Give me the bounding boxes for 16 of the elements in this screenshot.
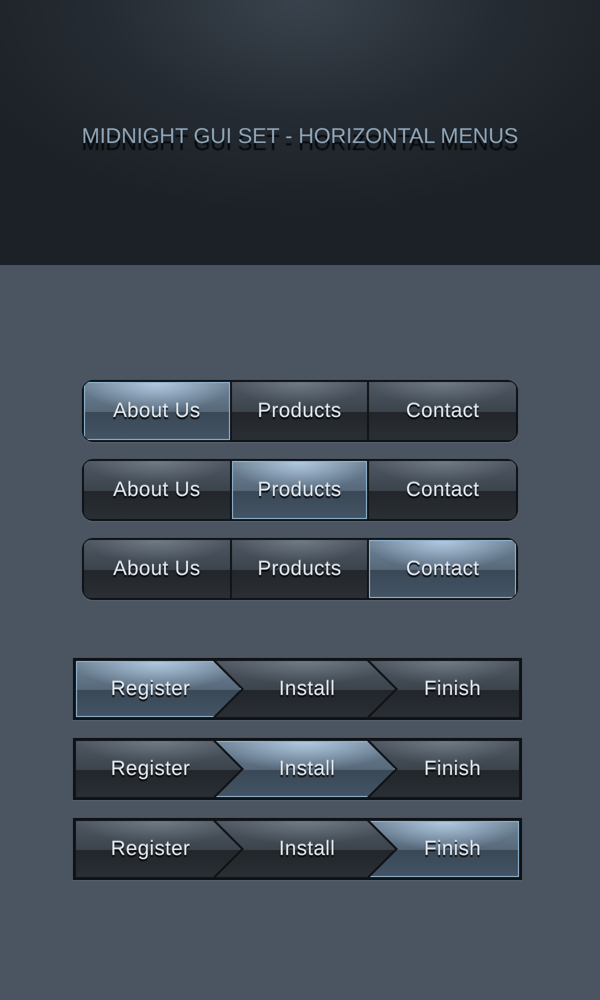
menu-tab[interactable]: Products [232, 540, 368, 598]
step-tab[interactable]: Register [76, 821, 241, 877]
page-title: MIDNIGHT GUI SET - HORIZONTAL MENUS [82, 123, 518, 150]
menu-tab[interactable]: Contact [369, 461, 516, 519]
menu-tab[interactable]: Products [232, 382, 368, 440]
step-tab[interactable]: Finish [370, 821, 519, 877]
step-tab[interactable]: Finish [370, 741, 519, 797]
menu-tab[interactable]: About Us [84, 382, 230, 440]
menu-tab[interactable]: Products [232, 461, 368, 519]
menu-tab[interactable]: Contact [369, 382, 516, 440]
menu-tab[interactable]: About Us [84, 540, 230, 598]
menu-tab[interactable]: About Us [84, 461, 230, 519]
step-tab[interactable]: Register [76, 661, 241, 717]
step-tab[interactable]: Finish [370, 661, 519, 717]
step-tab[interactable]: Register [76, 741, 241, 797]
menu-tab[interactable]: Contact [369, 540, 516, 598]
